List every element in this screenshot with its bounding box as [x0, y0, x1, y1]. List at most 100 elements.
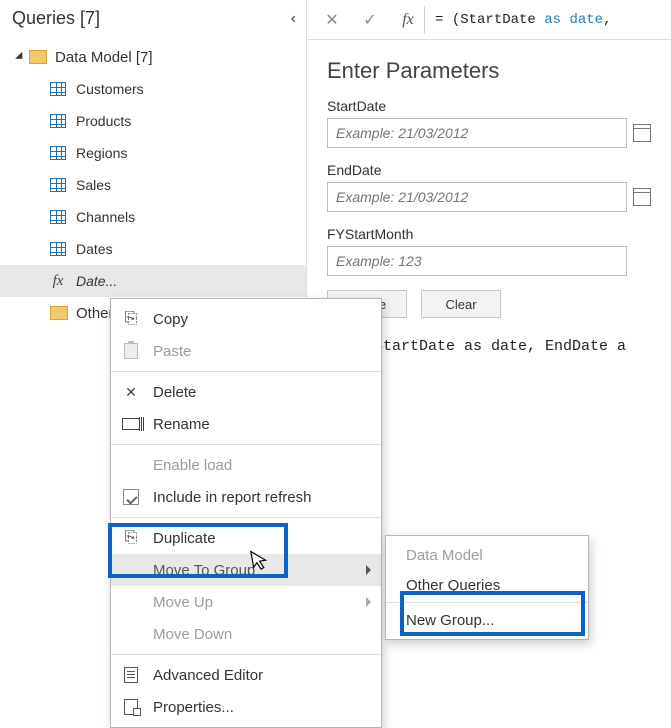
menu-label: Move Down: [153, 626, 232, 643]
menu-separator: [111, 444, 381, 445]
formula-bar: ✕ ✓ fx = (StartDate as date,: [307, 0, 671, 40]
fx-button[interactable]: fx: [391, 6, 425, 34]
delete-icon: [121, 382, 141, 402]
tree-item-date-function[interactable]: fx Date...: [0, 265, 306, 297]
field-startdate: StartDate: [327, 98, 651, 148]
queries-title: Queries [7]: [12, 8, 100, 29]
query-label: Channels: [76, 209, 135, 225]
startdate-input[interactable]: [327, 118, 627, 148]
chevron-right-icon: [366, 597, 371, 607]
query-label: Customers: [76, 81, 144, 97]
fx-icon: fx: [50, 273, 66, 290]
calendar-icon[interactable]: [633, 188, 651, 206]
tree-folder-data-model[interactable]: Data Model [7]: [0, 41, 306, 73]
folder-icon: [50, 306, 68, 320]
folder-icon: [29, 50, 47, 64]
checkbox-icon: [121, 487, 141, 507]
query-label: Regions: [76, 145, 127, 161]
field-fystartmonth: FYStartMonth: [327, 226, 651, 276]
rename-icon: [121, 414, 141, 434]
queries-tree: Data Model [7] Customers Products Region…: [0, 37, 306, 329]
menu-label: Paste: [153, 343, 191, 360]
menu-separator: [386, 602, 588, 603]
menu-include-in-refresh[interactable]: Include in report refresh: [111, 481, 381, 513]
chevron-right-icon: [366, 565, 371, 575]
table-icon: [50, 114, 66, 128]
menu-label: Advanced Editor: [153, 667, 263, 684]
query-label: Date...: [76, 273, 117, 289]
formula-eq: =: [435, 12, 443, 28]
folder-label: Data Model [7]: [55, 49, 153, 66]
tree-item-customers[interactable]: Customers: [0, 73, 306, 105]
document-icon: [121, 665, 141, 685]
menu-advanced-editor[interactable]: Advanced Editor: [111, 659, 381, 691]
fystartmonth-label: FYStartMonth: [327, 226, 651, 242]
fystartmonth-input[interactable]: [327, 246, 627, 276]
copy-icon: [121, 309, 141, 329]
menu-label: Rename: [153, 416, 210, 433]
commit-formula-button[interactable]: ✓: [353, 6, 387, 34]
submenu-other-queries[interactable]: Other Queries: [386, 570, 588, 600]
menu-delete[interactable]: Delete: [111, 376, 381, 408]
tree-item-channels[interactable]: Channels: [0, 201, 306, 233]
menu-rename[interactable]: Rename: [111, 408, 381, 440]
menu-separator: [111, 517, 381, 518]
tree-item-dates[interactable]: Dates: [0, 233, 306, 265]
enddate-input[interactable]: [327, 182, 627, 212]
query-context-menu: Copy Paste Delete Rename Enable load Inc…: [110, 298, 382, 728]
caret-down-icon: [15, 52, 26, 63]
clear-button[interactable]: Clear: [421, 290, 501, 318]
submenu-label: Other Queries: [406, 577, 500, 594]
field-enddate: EndDate: [327, 162, 651, 212]
submenu-label: New Group...: [406, 612, 494, 629]
menu-label: Move Up: [153, 594, 213, 611]
menu-label: Include in report refresh: [153, 489, 311, 506]
formula-text[interactable]: = (StartDate as date,: [435, 12, 611, 28]
startdate-label: StartDate: [327, 98, 651, 114]
menu-separator: [111, 654, 381, 655]
formula-paren: (: [452, 12, 460, 28]
menu-separator: [111, 371, 381, 372]
menu-label: Copy: [153, 311, 188, 328]
table-icon: [50, 146, 66, 160]
table-icon: [50, 210, 66, 224]
cancel-formula-button[interactable]: ✕: [315, 6, 349, 34]
submenu-data-model[interactable]: Data Model: [386, 540, 588, 570]
menu-label: Enable load: [153, 457, 232, 474]
menu-label: Delete: [153, 384, 196, 401]
enddate-label: EndDate: [327, 162, 651, 178]
menu-paste: Paste: [111, 335, 381, 367]
submenu-label: Data Model: [406, 547, 483, 564]
menu-properties[interactable]: Properties...: [111, 691, 381, 723]
formula-kw-date: date: [569, 12, 603, 28]
paste-icon: [121, 341, 141, 361]
table-icon: [50, 242, 66, 256]
menu-duplicate[interactable]: Duplicate: [111, 522, 381, 554]
calendar-icon[interactable]: [633, 124, 651, 142]
folder-label: Other: [76, 305, 114, 322]
queries-header: Queries [7] ‹: [0, 0, 306, 37]
menu-enable-load[interactable]: Enable load: [111, 449, 381, 481]
formula-kw-as: as: [544, 12, 561, 28]
table-icon: [50, 82, 66, 96]
duplicate-icon: [121, 528, 141, 548]
query-label: Products: [76, 113, 131, 129]
menu-label: Properties...: [153, 699, 234, 716]
menu-label: Duplicate: [153, 530, 216, 547]
formula-tail: ,: [603, 12, 611, 28]
collapse-panel-button[interactable]: ‹: [291, 10, 296, 28]
tree-item-sales[interactable]: Sales: [0, 169, 306, 201]
move-to-group-submenu: Data Model Other Queries New Group...: [385, 535, 589, 640]
menu-label: Move To Group: [153, 562, 255, 579]
table-icon: [50, 178, 66, 192]
tree-item-regions[interactable]: Regions: [0, 137, 306, 169]
menu-copy[interactable]: Copy: [111, 303, 381, 335]
menu-move-to-group[interactable]: Move To Group: [111, 554, 381, 586]
parameters-title: Enter Parameters: [327, 58, 651, 84]
query-label: Dates: [76, 241, 113, 257]
tree-item-products[interactable]: Products: [0, 105, 306, 137]
submenu-new-group[interactable]: New Group...: [386, 605, 588, 635]
formula-ident: StartDate: [460, 12, 536, 28]
menu-move-up: Move Up: [111, 586, 381, 618]
menu-move-down: Move Down: [111, 618, 381, 650]
